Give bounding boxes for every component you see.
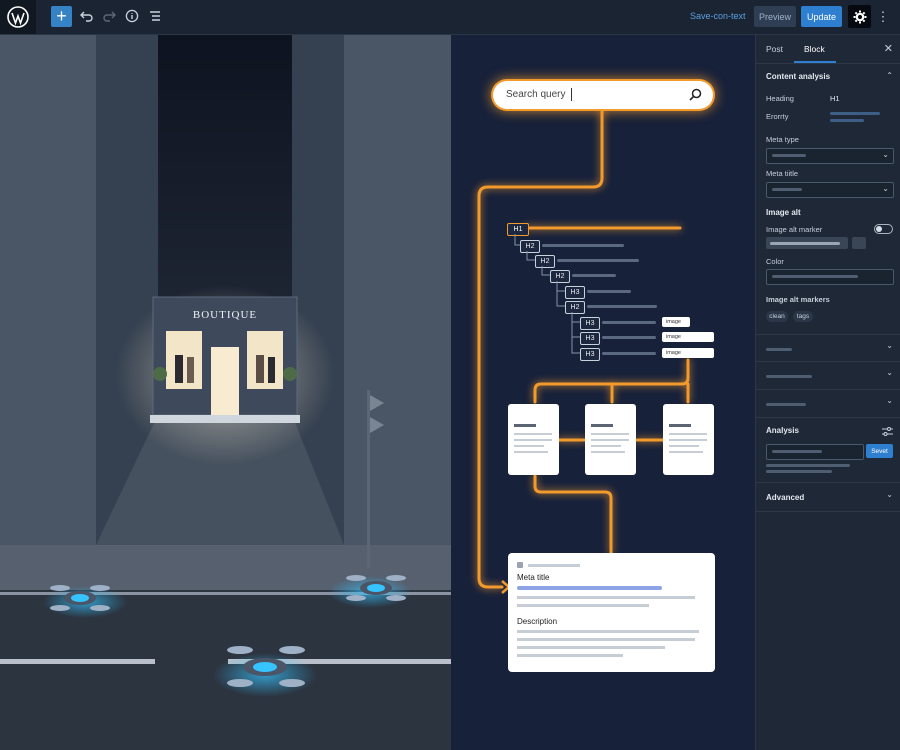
collapsed-panel-title[interactable] <box>766 348 792 351</box>
tab-block[interactable]: Block <box>804 44 825 54</box>
image-alt-marker-toggle[interactable] <box>874 224 893 234</box>
meta-title-select[interactable]: ⌄ <box>766 182 894 198</box>
meta-type-select[interactable]: ⌄ <box>766 148 894 164</box>
media-library-icon[interactable] <box>852 237 866 249</box>
page-card <box>508 404 559 475</box>
image-alt-title: Image alt <box>766 208 801 217</box>
analysis-submit-button[interactable]: Sevet <box>866 444 893 458</box>
chevron-down-icon[interactable]: ⌄ <box>886 341 893 350</box>
priority-label: Erorrty <box>766 112 789 121</box>
image-alt-marker-label: Image alt marker <box>766 225 823 234</box>
page-card <box>663 404 714 475</box>
search-result-preview-card: Meta title Description <box>508 553 715 672</box>
heading-label: Heading <box>766 94 794 103</box>
meta-title-label: Meta tiitle <box>766 169 799 178</box>
meta-title-label: Meta title <box>517 573 550 582</box>
page-card <box>585 404 636 475</box>
heading-value: H1 <box>830 94 840 103</box>
chevron-down-icon[interactable]: ⌄ <box>886 490 893 499</box>
favicon-icon <box>517 562 523 568</box>
chevron-down-icon[interactable]: ⌄ <box>886 368 893 377</box>
chevron-down-icon: ⌄ <box>882 184 889 193</box>
close-icon[interactable]: ✕ <box>884 42 893 55</box>
marker-chip[interactable]: clean <box>766 311 788 322</box>
settings-sidebar: Post Block ✕ Content analysis ⌃ Heading … <box>755 35 900 750</box>
active-tab-indicator <box>794 61 836 63</box>
chevron-up-icon[interactable]: ⌃ <box>886 71 893 80</box>
meta-type-label: Meta type <box>766 135 799 144</box>
filter-settings-icon[interactable] <box>882 424 893 442</box>
image-alt-markers-label: Image alt markers <box>766 295 830 304</box>
analysis-input[interactable] <box>766 444 864 460</box>
meta-title-value <box>517 586 662 590</box>
advanced-title[interactable]: Advanced <box>766 493 804 502</box>
chevron-down-icon[interactable]: ⌄ <box>886 396 893 405</box>
collapsed-panel-title[interactable] <box>766 403 806 406</box>
marker-chip[interactable]: tags <box>793 311 813 322</box>
color-input[interactable] <box>766 269 894 285</box>
description-label: Description <box>517 617 558 626</box>
chevron-down-icon: ⌄ <box>882 150 889 159</box>
sidebar-tabs: Post Block ✕ <box>756 35 900 64</box>
color-label: Color <box>766 257 784 266</box>
image-alt-input[interactable] <box>766 237 848 249</box>
collapsed-panel-title[interactable] <box>766 375 812 378</box>
analysis-title: Analysis <box>766 426 799 435</box>
content-analysis-title[interactable]: Content analysis <box>766 72 830 81</box>
tab-post[interactable]: Post <box>766 44 783 54</box>
